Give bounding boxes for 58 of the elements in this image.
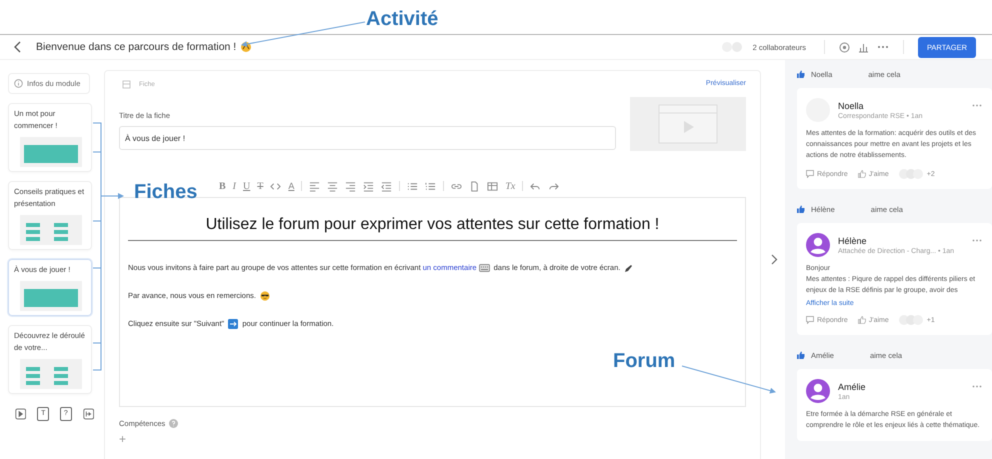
page-title: Bienvenue dans ce parcours de formation ! <box>36 41 236 53</box>
speech-bubble-icon <box>806 316 814 324</box>
more-icon[interactable] <box>972 385 982 388</box>
video-frame-icon <box>658 104 718 144</box>
color-format-button[interactable]: A <box>288 181 294 191</box>
more-icon[interactable] <box>876 45 889 49</box>
author-name[interactable]: Hélène <box>838 236 964 246</box>
video-tool-icon[interactable] <box>15 407 26 421</box>
thumbs-up-icon <box>797 70 805 78</box>
file-icon[interactable] <box>469 180 480 192</box>
thumbnail-drawing <box>20 281 82 311</box>
exit-tool-icon[interactable] <box>82 407 94 421</box>
more-icon[interactable] <box>972 104 982 107</box>
clear-format-button[interactable]: Tx <box>505 180 516 192</box>
help-icon <box>169 419 178 428</box>
sheet-icon <box>122 80 131 88</box>
chevron-right-icon[interactable] <box>770 254 778 265</box>
redo-icon[interactable] <box>548 180 560 192</box>
next-arrow-icon <box>228 318 238 329</box>
info-icon <box>14 79 23 88</box>
align-right-icon[interactable] <box>345 180 356 192</box>
thumbs-up-icon <box>797 351 805 359</box>
thumbnail-drawing <box>20 137 82 167</box>
sunglasses-face-icon <box>260 290 270 301</box>
more-icon[interactable] <box>972 239 982 242</box>
italic-format-button[interactable]: I <box>232 180 236 192</box>
avatar <box>806 233 830 257</box>
indent-icon[interactable] <box>363 180 374 192</box>
table-icon[interactable] <box>487 180 498 192</box>
thumbnail-drawing <box>20 215 82 245</box>
underline-format-button[interactable]: U <box>243 180 250 192</box>
author-name[interactable]: Amélie <box>838 382 964 392</box>
back-icon[interactable] <box>14 41 22 53</box>
align-center-icon[interactable] <box>327 180 338 192</box>
annotation-label: Fiches <box>134 181 198 204</box>
thumbs-up-icon <box>858 316 866 324</box>
keyboard-icon <box>478 264 490 272</box>
speech-bubble-icon <box>806 170 814 178</box>
code-icon[interactable] <box>270 180 282 192</box>
bullet-list-icon[interactable] <box>407 180 418 192</box>
thumbs-up-icon <box>797 205 805 213</box>
bar-chart-icon[interactable] <box>858 42 869 52</box>
bold-format-button[interactable]: B <box>219 180 226 192</box>
annotation-label: Activité <box>366 8 438 31</box>
content-heading: Utilisez le forum pour exprimer vos attentes sur cette formation ! <box>128 216 737 241</box>
outdent-icon[interactable] <box>381 180 392 192</box>
undo-icon[interactable] <box>530 180 542 192</box>
numbered-list-icon[interactable] <box>425 180 436 192</box>
target-icon[interactable] <box>838 42 850 52</box>
align-left-icon[interactable] <box>309 180 320 192</box>
thumbnail-drawing <box>20 359 82 389</box>
strike-format-button[interactable]: T <box>257 180 264 192</box>
thumbs-up-icon <box>858 170 866 178</box>
pencil-icon <box>624 264 634 273</box>
title-input-field[interactable]: À vous de jouer ! <box>119 126 616 150</box>
annotation-label: Forum <box>613 350 676 373</box>
author-name[interactable]: Noella <box>838 100 964 110</box>
avatar <box>806 379 830 403</box>
